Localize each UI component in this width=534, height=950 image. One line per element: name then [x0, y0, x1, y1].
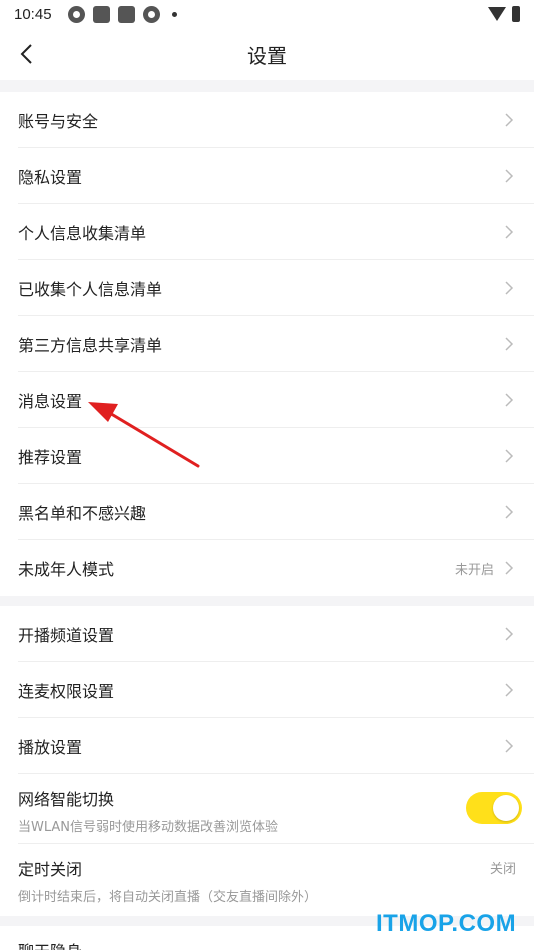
- settings-item-label: 定时关闭: [18, 860, 83, 879]
- chevron-right-icon: [505, 168, 514, 183]
- settings-item-minor-mode[interactable]: 未成年人模式 未开启: [18, 540, 534, 596]
- battery-charging-icon: [512, 6, 520, 22]
- network-switch-toggle[interactable]: [466, 792, 522, 824]
- chevron-right-icon: [505, 738, 514, 753]
- settings-item-blacklist[interactable]: 黑名单和不感兴趣: [18, 484, 534, 540]
- settings-item-personal-info-collection[interactable]: 个人信息收集清单: [18, 204, 534, 260]
- back-arrow-icon[interactable]: [16, 42, 40, 66]
- header: 设置: [0, 28, 534, 80]
- settings-item-label: 账号与安全: [18, 111, 99, 131]
- minor-mode-status: 未开启: [454, 562, 494, 578]
- settings-item-label: 播放设置: [18, 737, 83, 757]
- settings-item-co-host-permission[interactable]: 连麦权限设置: [18, 662, 534, 718]
- wifi-icon: [488, 7, 506, 21]
- settings-item-timer-close[interactable]: 定时关闭 关闭 倒计时结束后，将自动关闭直播（交友直播间除外）: [18, 844, 534, 914]
- settings-item-label: 消息设置: [18, 391, 83, 411]
- chevron-right-icon: [505, 392, 514, 407]
- settings-item-label: 开播频道设置: [18, 625, 115, 645]
- page-title: 设置: [247, 43, 287, 68]
- toggle-knob: [493, 795, 519, 821]
- pinwheel-icon: [142, 5, 160, 23]
- square-app-icon: [92, 5, 110, 23]
- settings-item-label: 聊天隐身: [18, 938, 82, 950]
- chevron-right-icon: [505, 224, 514, 239]
- status-left: 10:45: [14, 5, 177, 23]
- watermark-logo: ITMOP.COM: [376, 910, 517, 937]
- settings-group-2: 开播频道设置 连麦权限设置 播放设置 网络智能切换 当WLAN信号弱时使用移动数…: [0, 606, 534, 914]
- settings-item-recommendation[interactable]: 推荐设置: [18, 428, 534, 484]
- chevron-right-icon: [505, 626, 514, 641]
- settings-group-1: 账号与安全 隐私设置 个人信息收集清单 已收集个人信息清单 第三方信息共享清单 …: [0, 92, 534, 596]
- settings-item-label: 个人信息收集清单: [18, 223, 147, 243]
- chevron-right-icon: [505, 336, 514, 351]
- settings-item-account-security[interactable]: 账号与安全: [18, 92, 534, 148]
- square-app-icon: [117, 5, 135, 23]
- status-time: 10:45: [14, 5, 52, 23]
- settings-item-playback[interactable]: 播放设置: [18, 718, 534, 774]
- timer-close-status: 关闭: [489, 862, 516, 877]
- chevron-right-icon: [505, 280, 514, 295]
- section-separator: [0, 80, 534, 92]
- pinwheel-icon: [67, 5, 85, 23]
- chevron-right-icon: [505, 448, 514, 463]
- settings-item-subtitle: 当WLAN信号弱时使用移动数据改善浏览体验: [18, 820, 279, 835]
- chevron-right-icon: [505, 682, 514, 697]
- settings-item-label: 推荐设置: [18, 447, 83, 467]
- settings-item-label: 连麦权限设置: [18, 681, 115, 701]
- settings-item-label: 黑名单和不感兴趣: [18, 503, 147, 523]
- settings-item-third-party-sharing[interactable]: 第三方信息共享清单: [18, 316, 534, 372]
- settings-item-collected-info[interactable]: 已收集个人信息清单: [18, 260, 534, 316]
- status-bar: 10:45: [0, 0, 534, 28]
- dot-icon: [171, 11, 177, 17]
- chevron-right-icon: [505, 504, 514, 519]
- settings-item-label: 网络智能切换: [18, 790, 115, 809]
- chevron-right-icon: [505, 561, 514, 575]
- settings-item-label: 已收集个人信息清单: [18, 279, 163, 299]
- settings-item-label: 第三方信息共享清单: [18, 335, 163, 355]
- settings-item-message[interactable]: 消息设置: [18, 372, 534, 428]
- chevron-right-icon: [505, 112, 514, 127]
- settings-item-label: 隐私设置: [18, 167, 83, 187]
- status-right: [488, 6, 520, 22]
- settings-item-label: 未成年人模式: [18, 560, 115, 579]
- settings-item-subtitle: 倒计时结束后，将自动关闭直播（交友直播间除外）: [18, 890, 318, 905]
- settings-item-broadcast-channel[interactable]: 开播频道设置: [18, 606, 534, 662]
- settings-item-network-switch: 网络智能切换 当WLAN信号弱时使用移动数据改善浏览体验: [18, 774, 534, 844]
- section-separator: [0, 596, 534, 606]
- settings-item-privacy[interactable]: 隐私设置: [18, 148, 534, 204]
